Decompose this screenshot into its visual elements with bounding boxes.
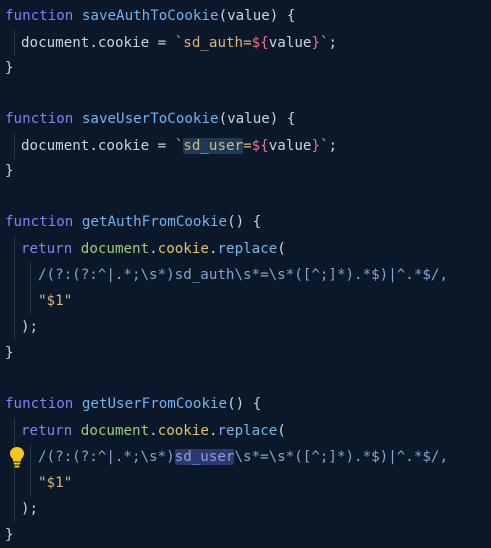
indent-guide <box>30 262 31 314</box>
code-token: = <box>149 35 175 51</box>
string-literal: "$1" <box>38 293 73 309</box>
closing-brace: } <box>5 60 14 76</box>
code-token: cookie <box>97 138 150 154</box>
indent-guide <box>14 133 15 159</box>
closing-brace: } <box>5 527 14 543</box>
function-name: getUserFromCookie <box>81 396 228 412</box>
code-line[interactable]: function saveAuthToCookie(value) { <box>5 3 295 29</box>
signature: (value) { <box>218 8 296 24</box>
code-editor[interactable]: function saveAuthToCookie(value) { docum… <box>0 0 491 546</box>
property-token: cookie <box>157 241 209 257</box>
template-string: = <box>243 138 252 154</box>
code-token: = <box>149 138 175 154</box>
code-token: ); <box>21 319 39 335</box>
code-line[interactable]: "$1" <box>38 288 72 314</box>
code-line[interactable]: ); <box>21 314 38 340</box>
indent-guide <box>14 236 15 340</box>
method-token: replace <box>217 423 278 439</box>
selection-highlight: sd_user <box>183 138 244 154</box>
code-line[interactable]: document.cookie = `sd_auth=${value}`; <box>21 30 337 56</box>
code-token: value <box>268 138 312 154</box>
code-token: ( <box>277 423 286 439</box>
regex-literal: \s*=\s*([^;]*).*$)|^.*$/, <box>234 449 449 465</box>
template-interp: ${ <box>251 138 269 154</box>
method-token: replace <box>217 241 278 257</box>
object-token: document <box>80 423 150 439</box>
code-line[interactable]: return document.cookie.replace( <box>21 418 286 444</box>
code-token: ; <box>328 35 338 51</box>
keyword: function <box>5 8 74 24</box>
string-literal: "$1" <box>38 475 73 491</box>
code-token: ( <box>277 241 286 257</box>
code-line[interactable]: document.cookie = `sd_user=${value}`; <box>21 133 337 159</box>
signature: () { <box>227 396 262 412</box>
code-line[interactable]: } <box>5 55 14 81</box>
indent-guide <box>14 418 15 522</box>
property-token: cookie <box>157 423 209 439</box>
keyword: return <box>21 423 73 439</box>
function-name: saveUserToCookie <box>81 111 219 127</box>
code-line[interactable]: } <box>5 522 14 548</box>
object-token: document <box>80 241 150 257</box>
regex-literal: /(?:(?:^|.*;\s*)sd_auth\s*=\s*([^;]*).*$… <box>38 267 448 283</box>
signature: () { <box>227 214 262 230</box>
lightbulb-icon[interactable] <box>8 446 26 468</box>
code-token: document. <box>21 35 98 51</box>
code-token: . <box>149 423 158 439</box>
code-line[interactable]: "$1" <box>38 470 72 496</box>
template-interp: } <box>311 138 320 154</box>
code-line[interactable]: function getAuthFromCookie() { <box>5 209 261 235</box>
regex-literal: /(?:(?:^|.*;\s*) <box>38 449 175 465</box>
keyword: function <box>5 396 74 412</box>
code-token: ); <box>21 501 39 517</box>
template-string: sd_auth= <box>183 35 252 51</box>
code-line[interactable]: /(?:(?:^|.*;\s*)sd_auth\s*=\s*([^;]*).*$… <box>38 262 448 288</box>
indent-guide <box>14 30 15 56</box>
signature: (value) { <box>218 111 296 127</box>
template-string: ` <box>320 35 329 51</box>
selection-highlight: sd_user <box>174 449 235 465</box>
template-string: ` <box>320 138 329 154</box>
keyword: return <box>21 241 73 257</box>
code-token: cookie <box>97 35 150 51</box>
code-line[interactable]: } <box>5 158 14 184</box>
template-interp: ${ <box>251 35 269 51</box>
code-line[interactable]: return document.cookie.replace( <box>21 236 286 262</box>
code-line[interactable]: /(?:(?:^|.*;\s*)sd_user\s*=\s*([^;]*).*$… <box>38 444 448 470</box>
code-line[interactable]: ); <box>21 496 38 522</box>
closing-brace: } <box>5 345 14 361</box>
indent-guide <box>30 444 31 496</box>
code-token: document. <box>21 138 98 154</box>
template-interp: } <box>311 35 320 51</box>
function-name: saveAuthToCookie <box>81 8 219 24</box>
keyword: function <box>5 111 74 127</box>
code-line[interactable]: } <box>5 340 14 366</box>
template-string: ` <box>174 35 184 51</box>
code-token: ; <box>328 138 338 154</box>
function-name: getAuthFromCookie <box>81 214 228 230</box>
closing-brace: } <box>5 163 14 179</box>
template-string: ` <box>174 138 184 154</box>
keyword: function <box>5 214 74 230</box>
code-token: . <box>149 241 158 257</box>
code-token: value <box>268 35 312 51</box>
code-line[interactable]: function saveUserToCookie(value) { <box>5 106 295 132</box>
code-line[interactable]: function getUserFromCookie() { <box>5 391 261 417</box>
